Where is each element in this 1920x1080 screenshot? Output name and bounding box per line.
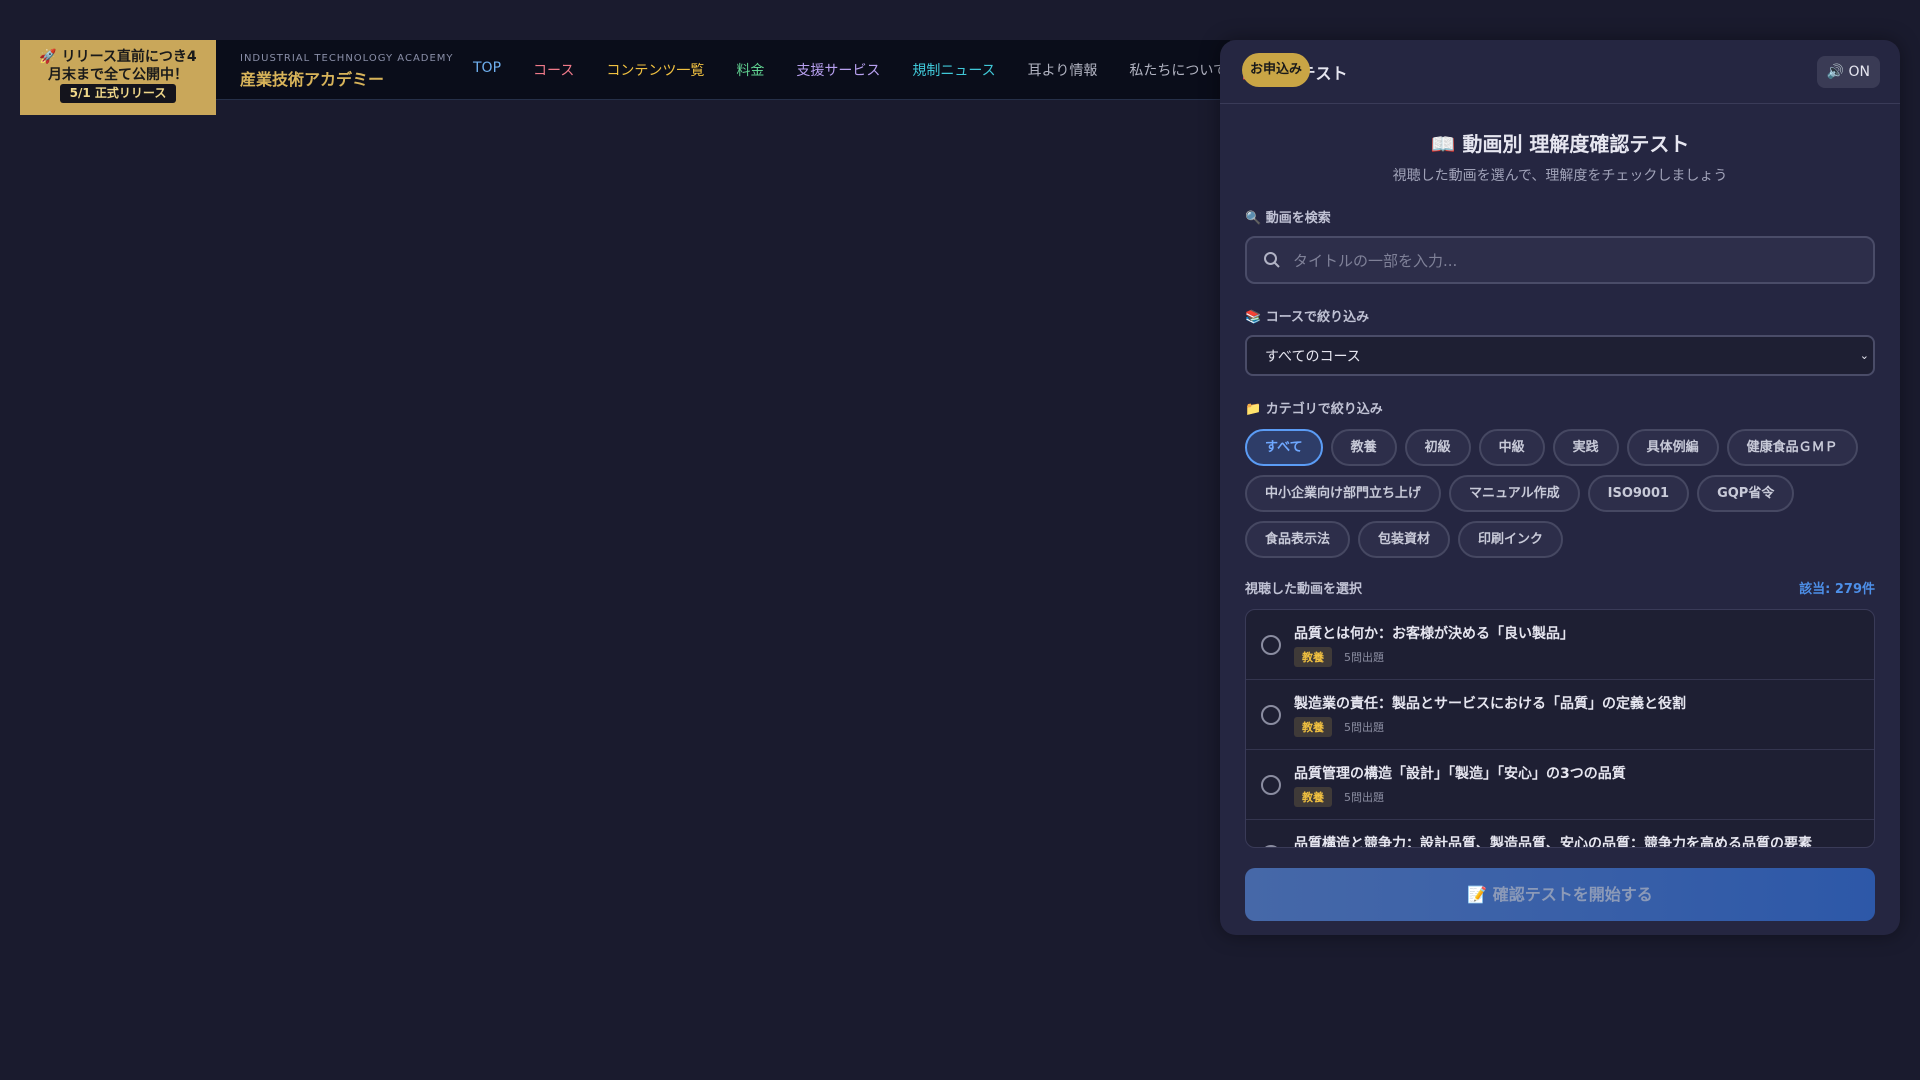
category-label: 📁 カテゴリで絞り込み <box>1245 402 1383 417</box>
category-chip[interactable]: 実践 <box>1552 429 1619 466</box>
panel-subtitle: 視聴した動画を選んで、理解度をチェックしましょう <box>1392 168 1728 184</box>
nav-link[interactable]: 規制ニュース <box>912 60 995 80</box>
category-chip[interactable]: マニュアル作成 <box>1449 475 1580 512</box>
video-item[interactable]: 品質とは何か：お客様が決める「良い製品」教養 5問出題 <box>1246 610 1874 680</box>
category-chip[interactable]: 印刷インク <box>1458 521 1564 558</box>
brand-logo[interactable]: INDUSTRIAL TECHNOLOGY ACADEMY 産業技術アカデミー <box>240 53 454 90</box>
banner-line1: 🚀 リリース直前につき4 <box>39 49 197 65</box>
apply-button[interactable]: お申込み <box>1242 53 1310 87</box>
category-chip[interactable]: 食品表示法 <box>1245 521 1351 558</box>
banner-line2: 月末まで全て公開中！ <box>48 67 188 83</box>
brand-en: INDUSTRIAL TECHNOLOGY ACADEMY <box>240 53 454 64</box>
course-select[interactable]: すべてのコース ⌄ <box>1245 335 1875 376</box>
radio-button[interactable] <box>1261 705 1281 725</box>
video-item[interactable]: 品質構造と競争力：設計品質、製造品質、安心の品質：競争力を高める品質の要素教養5… <box>1246 820 1874 848</box>
category-chip[interactable]: GQP省令 <box>1697 475 1795 512</box>
video-title: 品質構造と競争力：設計品質、製造品質、安心の品質：競争力を高める品質の要素 <box>1294 836 1812 848</box>
search-placeholder: タイトルの一部を入力... <box>1293 251 1458 270</box>
release-date-badge: 5/1 正式リリース <box>59 84 177 103</box>
panel-title: 📖 動画別 理解度確認テスト <box>1430 132 1690 156</box>
radio-button[interactable] <box>1261 775 1281 795</box>
category-chip[interactable]: 教養 <box>1330 429 1397 466</box>
nav-link[interactable]: 支援サービス <box>796 60 880 80</box>
question-count: 5問出題 <box>1344 791 1384 804</box>
search-input[interactable]: タイトルの一部を入力... <box>1245 236 1875 284</box>
category-chip[interactable]: 具体例編 <box>1626 429 1719 466</box>
nav-link[interactable]: TOP <box>473 60 501 80</box>
category-tag: 教養 <box>1294 647 1332 667</box>
video-title: 品質とは何か：お客様が決める「良い製品」 <box>1294 626 1574 642</box>
category-chip[interactable]: 初級 <box>1404 429 1471 466</box>
category-chip[interactable]: 包装資材 <box>1358 521 1451 558</box>
quiz-panel: 📖 確認テスト お申込み 🔊 ON 📖 動画別 理解度確認テスト 視聴した動画を… <box>1220 40 1900 935</box>
nav-link[interactable]: コース <box>533 60 574 80</box>
category-chip[interactable]: 中小企業向け部門立ち上げ <box>1245 475 1442 512</box>
category-tag: 教養 <box>1294 717 1332 737</box>
nav-link[interactable]: 私たちについて <box>1129 60 1227 80</box>
video-item[interactable]: 品質管理の構造「設計」「製造」「安心」の3つの品質教養 5問出題 <box>1246 750 1874 820</box>
top-nav: INDUSTRIAL TECHNOLOGY ACADEMY 産業技術アカデミー … <box>216 40 1230 100</box>
category-chip[interactable]: ISO9001 <box>1587 475 1690 512</box>
release-banner[interactable]: 🚀 リリース直前につき4 月末まで全て公開中！ 5/1 正式リリース <box>20 40 216 115</box>
video-item[interactable]: 製造業の責任：製品とサービスにおける「品質」の定義と役割教養 5問出題 <box>1246 680 1874 750</box>
category-chip[interactable]: 中級 <box>1478 429 1545 466</box>
radio-button[interactable] <box>1261 845 1281 847</box>
question-count: 5問出題 <box>1344 651 1384 664</box>
question-count: 5問出題 <box>1344 721 1384 734</box>
result-count: 該当: 279件 <box>1799 582 1875 597</box>
nav-link[interactable]: 料金 <box>736 60 764 80</box>
radio-button[interactable] <box>1261 635 1281 655</box>
category-tag: 教養 <box>1294 787 1332 807</box>
course-label: 📚 コースで絞り込み <box>1245 310 1370 325</box>
select-video-label: 視聴した動画を選択 <box>1245 582 1363 597</box>
sound-toggle[interactable]: 🔊 ON <box>1816 56 1880 88</box>
nav-link[interactable]: 耳より情報 <box>1028 60 1098 80</box>
video-title: 製造業の責任：製品とサービスにおける「品質」の定義と役割 <box>1294 696 1686 712</box>
category-chip[interactable]: すべて <box>1245 429 1323 466</box>
start-test-button[interactable]: 📝 確認テストを開始する <box>1245 868 1875 921</box>
course-value: すべてのコース <box>1265 348 1361 365</box>
brand-jp: 産業技術アカデミー <box>240 70 385 89</box>
search-icon <box>1264 252 1280 268</box>
search-label: 🔍 動画を検索 <box>1245 211 1331 226</box>
video-list[interactable]: 品質とは何か：お客様が決める「良い製品」 教養 5問出題 製造業の責任：製品とサービス… <box>1245 609 1875 848</box>
video-title: 品質管理の構造「設計」「製造」「安心」の3つの品質 <box>1294 766 1626 782</box>
chevron-down-icon: ⌄ <box>1859 349 1869 362</box>
nav-link[interactable]: コンテンツ一覧 <box>606 60 704 80</box>
category-chip[interactable]: 健康食品ＧＭＰ <box>1726 429 1858 466</box>
